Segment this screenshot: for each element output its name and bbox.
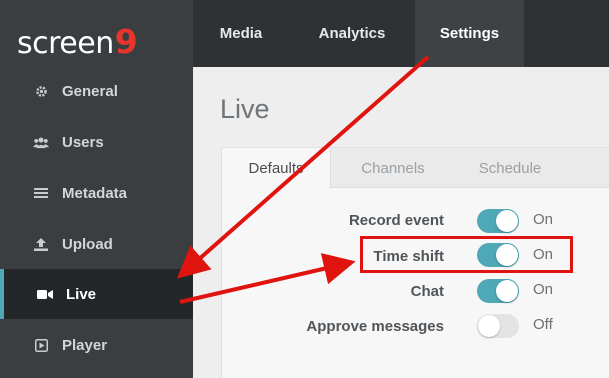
arrow-to-live-menu [177,55,430,279]
annotation-arrows [177,55,430,304]
arrow-to-time-shift [179,253,356,304]
